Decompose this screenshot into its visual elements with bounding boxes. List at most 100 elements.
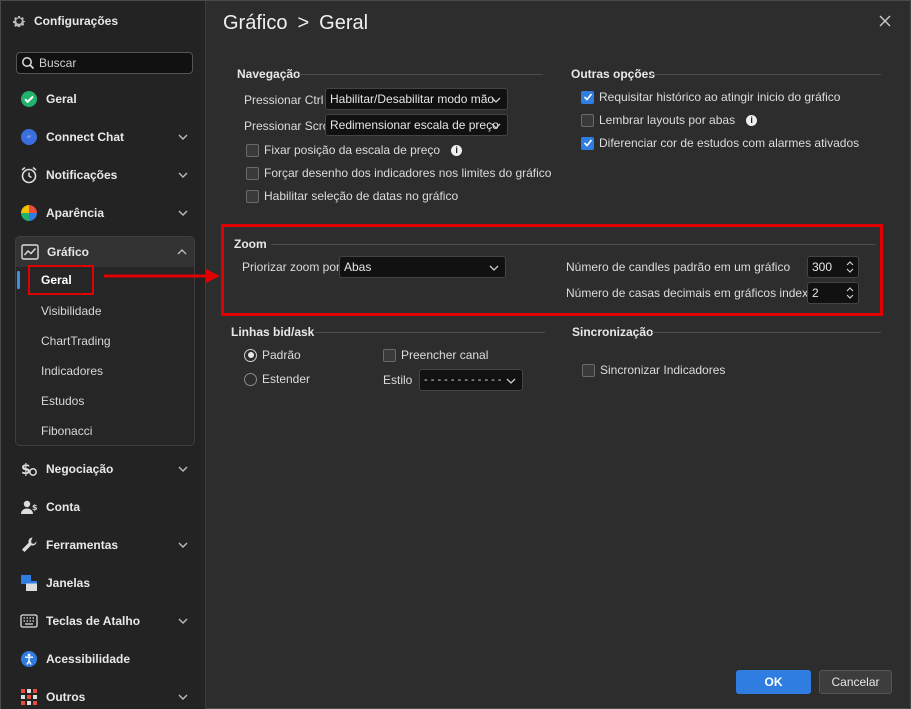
candles-spinbox[interactable]: 300 xyxy=(807,256,859,278)
gear-icon xyxy=(13,16,26,27)
check-circle-icon xyxy=(20,90,38,108)
user-icon: $ xyxy=(20,498,38,516)
color-wheel-icon xyxy=(20,204,38,222)
sidebar-item-conta[interactable]: $ Conta xyxy=(15,492,195,522)
section-title-outras-opcoes: Outras opções xyxy=(571,67,656,81)
sidebar-item-connect-chat[interactable]: Connect Chat xyxy=(15,122,195,152)
sidebar-item-janelas[interactable]: Janelas xyxy=(15,568,195,598)
sidebar: Configurações Geral Connect Chat Notific… xyxy=(1,1,206,709)
chevron-down-icon xyxy=(178,134,188,140)
priorizar-zoom-label: Priorizar zoom por xyxy=(242,260,341,274)
sidebar-title-label: Configurações xyxy=(34,14,119,28)
chevron-down-icon xyxy=(491,97,501,103)
stepper-arrows-icon[interactable] xyxy=(845,259,855,275)
priorizar-zoom-select[interactable]: Abas xyxy=(339,256,506,278)
sidebar-item-outros[interactable]: Outros xyxy=(15,682,195,709)
forcar-desenho-checkbox[interactable]: Forçar desenho dos indicadores nos limit… xyxy=(246,166,551,180)
sidebar-subitem-charttrading[interactable]: ChartTrading xyxy=(41,331,111,351)
sidebar-item-acessibilidade[interactable]: Acessibilidade xyxy=(15,644,195,674)
section-divider xyxy=(651,74,881,75)
sidebar-subitem-indicadores[interactable]: Indicadores xyxy=(41,361,103,381)
checkbox-label: Fixar posição da escala de preço xyxy=(264,143,441,157)
radio-button[interactable] xyxy=(244,348,257,362)
sidebar-subitem-estudos[interactable]: Estudos xyxy=(41,391,84,411)
decimais-spinbox[interactable]: 2 xyxy=(807,282,859,304)
checkbox-box[interactable] xyxy=(581,136,594,150)
search-input[interactable] xyxy=(39,56,189,70)
checkbox-box[interactable] xyxy=(581,90,594,104)
chevron-down-icon xyxy=(178,694,188,700)
chevron-up-icon xyxy=(177,249,187,255)
chevron-down-icon xyxy=(506,378,516,384)
decimais-label: Número de casas decimais em gráficos ind… xyxy=(566,286,835,300)
chevron-down-icon xyxy=(178,542,188,548)
sidebar-item-notificacoes[interactable]: Notificações xyxy=(15,160,195,190)
chevron-down-icon xyxy=(178,210,188,216)
info-icon[interactable]: i xyxy=(746,114,758,126)
radio-padrao[interactable]: Padrão xyxy=(244,348,301,362)
sidebar-item-label: Notificações xyxy=(46,168,118,182)
scroll-label: Pressionar Scroll xyxy=(244,119,335,133)
diferenciar-cor-checkbox[interactable]: Diferenciar cor de estudos com alarmes a… xyxy=(581,136,859,150)
cancel-button[interactable]: Cancelar xyxy=(819,670,892,694)
checkbox-box[interactable] xyxy=(383,348,396,362)
keyboard-icon xyxy=(20,612,38,630)
info-icon[interactable]: i xyxy=(451,144,463,156)
radio-estender[interactable]: Estender xyxy=(244,372,310,386)
chat-icon xyxy=(20,128,38,146)
estilo-select[interactable]: - - - - - - - - - - - - xyxy=(419,369,523,391)
windows-icon xyxy=(20,574,38,592)
chart-icon xyxy=(21,243,39,261)
candles-label: Número de candles padrão em um gráfico xyxy=(566,260,791,274)
sidebar-item-aparencia[interactable]: Aparência xyxy=(15,198,195,228)
section-divider xyxy=(271,244,876,245)
settings-window: Configurações Geral Connect Chat Notific… xyxy=(0,0,911,709)
habilitar-selecao-checkbox[interactable]: Habilitar seleção de datas no gráfico xyxy=(246,189,458,203)
radio-button[interactable] xyxy=(244,372,257,386)
preencher-canal-checkbox[interactable]: Preencher canal xyxy=(383,348,488,362)
radio-label: Padrão xyxy=(262,348,301,362)
estilo-label: Estilo xyxy=(383,373,413,387)
radio-label: Estender xyxy=(262,372,311,386)
sidebar-item-label: Aparência xyxy=(46,206,105,220)
checkbox-box[interactable] xyxy=(246,189,259,203)
ok-button[interactable]: OK xyxy=(736,670,811,694)
sidebar-item-label: Gráfico xyxy=(47,245,90,259)
fixar-escala-checkbox[interactable]: Fixar posição da escala de preço i xyxy=(246,143,463,157)
estilo-value: - - - - - - - - - - - - xyxy=(424,374,502,386)
scroll-select[interactable]: Redimensionar escala de preço xyxy=(325,114,508,136)
checkbox-box[interactable] xyxy=(246,166,259,180)
lembrar-layouts-checkbox[interactable]: Lembrar layouts por abas i xyxy=(581,113,758,127)
sidebar-subitem-fibonacci[interactable]: Fibonacci xyxy=(41,421,92,441)
checkbox-label: Habilitar seleção de datas no gráfico xyxy=(264,189,459,203)
checkbox-label: Diferenciar cor de estudos com alarmes a… xyxy=(599,136,860,150)
close-icon[interactable] xyxy=(877,13,893,29)
requisitar-historico-checkbox[interactable]: Requisitar histórico ao atingir inicio d… xyxy=(581,90,840,104)
checkbox-box[interactable] xyxy=(581,113,594,127)
dollar-gear-icon: $ xyxy=(20,460,38,478)
sidebar-item-geral[interactable]: Geral xyxy=(15,84,195,114)
sidebar-item-label: Teclas de Atalho xyxy=(46,614,141,628)
sidebar-subitem-geral[interactable]: Geral xyxy=(28,265,94,295)
ctrl-select[interactable]: Habilitar/Desabilitar modo mão xyxy=(325,88,508,110)
checkbox-label: Forçar desenho dos indicadores nos limit… xyxy=(264,166,552,180)
decimais-value: 2 xyxy=(812,286,819,300)
stepper-arrows-icon[interactable] xyxy=(845,285,855,301)
sidebar-item-grafico[interactable]: Gráfico xyxy=(16,237,194,267)
checkbox-box[interactable] xyxy=(246,143,259,157)
ctrl-select-value: Habilitar/Desabilitar modo mão xyxy=(330,92,495,106)
sidebar-subitem-visibilidade[interactable]: Visibilidade xyxy=(41,301,102,321)
sidebar-item-ferramentas[interactable]: Ferramentas xyxy=(15,530,195,560)
sidebar-item-label: Ferramentas xyxy=(46,538,119,552)
sincronizar-indicadores-checkbox[interactable]: Sincronizar Indicadores xyxy=(582,363,725,377)
sidebar-item-teclas-atalho[interactable]: Teclas de Atalho xyxy=(15,606,195,636)
checkbox-label: Lembrar layouts por abas xyxy=(599,113,736,127)
red-arrow-annotation xyxy=(104,269,220,283)
section-title-sincronizacao: Sincronização xyxy=(572,325,654,339)
checkbox-label: Preencher canal xyxy=(401,348,489,362)
search-box[interactable] xyxy=(16,52,193,74)
checkbox-box[interactable] xyxy=(582,363,595,377)
sidebar-item-negociacao[interactable]: $ Negociação xyxy=(15,454,195,484)
main-panel: Gráfico > Geral Navegação Pressionar Ctr… xyxy=(207,1,911,709)
svg-text:$: $ xyxy=(32,503,38,512)
